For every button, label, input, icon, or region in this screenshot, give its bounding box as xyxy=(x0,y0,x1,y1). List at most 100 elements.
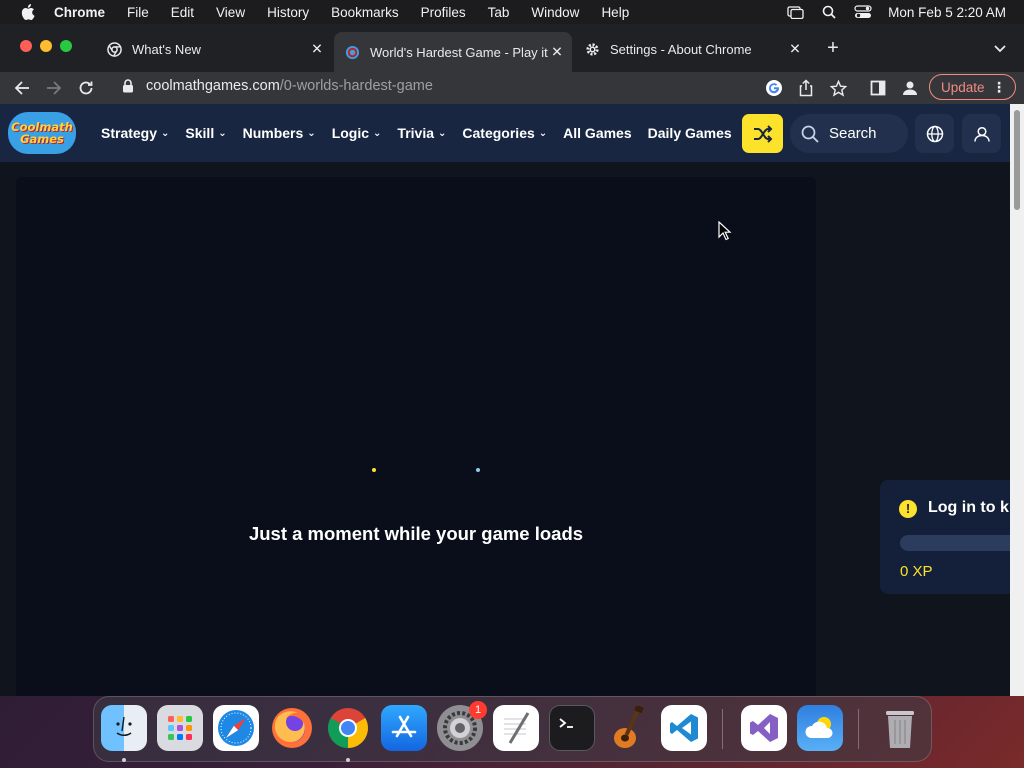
loading-dot xyxy=(476,468,480,472)
menu-bar-clock[interactable]: Mon Feb 5 2:20 AM xyxy=(888,5,1006,20)
nav-numbers[interactable]: Numbers ⌄ xyxy=(243,125,316,141)
xp-progress-bar xyxy=(900,535,1010,551)
macos-dock: 1 xyxy=(93,696,932,762)
chevron-down-icon: ⌄ xyxy=(438,127,447,139)
nav-trivia[interactable]: Trivia ⌄ xyxy=(397,125,446,141)
nav-strategy[interactable]: Strategy ⌄ xyxy=(101,125,169,141)
notification-badge: 1 xyxy=(469,701,487,719)
trash-icon[interactable] xyxy=(877,705,923,751)
menu-bookmarks[interactable]: Bookmarks xyxy=(331,5,399,20)
terminal-icon[interactable] xyxy=(549,705,595,751)
loading-dot xyxy=(372,468,376,472)
tab-search-chevron-icon[interactable] xyxy=(992,40,1010,58)
close-tab-icon[interactable]: ✕ xyxy=(550,44,564,61)
forward-arrow-icon[interactable] xyxy=(44,78,64,98)
menu-window[interactable]: Window xyxy=(531,5,579,20)
back-arrow-icon[interactable] xyxy=(12,78,32,98)
menu-help[interactable]: Help xyxy=(601,5,629,20)
weather-icon[interactable] xyxy=(797,705,843,751)
coolmath-games-logo[interactable]: Coolmath Games xyxy=(8,112,76,154)
chevron-down-icon: ⌄ xyxy=(307,127,316,139)
bookmark-star-icon[interactable] xyxy=(828,78,848,98)
apple-menu-icon[interactable] xyxy=(16,4,40,20)
browser-toolbar: coolmathgames.com/0-worlds-hardest-game … xyxy=(0,72,1024,104)
chevron-down-icon: ⌄ xyxy=(161,127,170,139)
chevron-down-icon: ⌄ xyxy=(218,127,227,139)
macos-menu-bar: Chrome File Edit View History Bookmarks … xyxy=(0,0,1024,24)
random-game-shuffle-button[interactable] xyxy=(742,114,783,153)
close-window-button[interactable] xyxy=(20,40,32,52)
tab-strip: What's New ✕ World's Hardest Game - Play… xyxy=(0,24,1024,72)
nav-categories[interactable]: Categories ⌄ xyxy=(462,125,547,141)
google-lens-icon[interactable] xyxy=(764,78,784,98)
language-globe-button[interactable] xyxy=(915,114,954,153)
running-indicator xyxy=(122,758,126,762)
menu-file[interactable]: File xyxy=(127,5,149,20)
menu-edit[interactable]: Edit xyxy=(171,5,194,20)
login-prompt-title: Log in to k xyxy=(928,499,1009,516)
url-path: /0-worlds-hardest-game xyxy=(279,78,433,94)
minimize-window-button[interactable] xyxy=(40,40,52,52)
account-login-button[interactable] xyxy=(962,114,1001,153)
menu-view[interactable]: View xyxy=(216,5,245,20)
firefox-icon[interactable] xyxy=(269,705,315,751)
nav-daily-games[interactable]: Daily Games xyxy=(648,125,732,141)
garageband-icon[interactable] xyxy=(605,705,651,751)
chrome-favicon-icon xyxy=(106,41,122,57)
mouse-pointer-icon xyxy=(718,220,732,241)
system-settings-icon[interactable]: 1 xyxy=(437,701,487,751)
tab-whats-new[interactable]: What's New ✕ xyxy=(96,32,332,66)
settings-gear-icon xyxy=(584,41,600,57)
user-icon xyxy=(973,126,990,142)
web-page: Coolmath Games Strategy ⌄ Skill ⌄ Numbers ⌄… xyxy=(0,104,1010,696)
page-scrollbar[interactable] xyxy=(1010,104,1024,696)
menu-tab[interactable]: Tab xyxy=(488,5,510,20)
zoom-window-button[interactable] xyxy=(60,40,72,52)
more-menu-icon[interactable]: ⋮ xyxy=(992,79,1006,96)
site-header: Coolmath Games Strategy ⌄ Skill ⌄ Numbers ⌄… xyxy=(0,104,1010,162)
spotlight-search-icon[interactable] xyxy=(820,5,838,19)
coolmath-favicon-icon xyxy=(344,44,360,60)
search-label: Search xyxy=(829,125,877,142)
close-tab-icon[interactable]: ✕ xyxy=(310,41,324,58)
globe-icon xyxy=(926,125,943,142)
profile-avatar-icon[interactable] xyxy=(900,78,920,98)
update-chrome-button[interactable]: Update ⋮ xyxy=(929,74,1016,100)
finder-icon[interactable] xyxy=(101,705,147,751)
textedit-icon[interactable] xyxy=(493,705,539,751)
nav-logic[interactable]: Logic ⌄ xyxy=(332,125,382,141)
new-tab-icon[interactable]: + xyxy=(822,38,844,58)
lock-icon[interactable] xyxy=(122,79,136,93)
visual-studio-icon[interactable] xyxy=(741,705,787,751)
tab-worlds-hardest-game[interactable]: World's Hardest Game - Play it ✕ xyxy=(334,32,572,72)
login-xp-card[interactable]: ! Log in to k 0 XP xyxy=(880,480,1010,594)
tab-settings-about-chrome[interactable]: Settings - About Chrome ✕ xyxy=(574,32,810,66)
menu-app-name[interactable]: Chrome xyxy=(54,5,105,20)
launchpad-icon[interactable] xyxy=(157,705,203,751)
close-tab-icon[interactable]: ✕ xyxy=(788,41,802,58)
chrome-window: What's New ✕ World's Hardest Game - Play… xyxy=(0,24,1024,696)
app-store-icon[interactable] xyxy=(381,705,427,751)
game-loading-container[interactable]: Just a moment while your game loads xyxy=(16,177,816,696)
vscode-icon[interactable] xyxy=(661,705,707,751)
safari-icon[interactable] xyxy=(213,705,259,751)
site-search-button[interactable]: Search xyxy=(790,114,908,153)
update-label: Update xyxy=(941,79,985,95)
running-indicator xyxy=(346,758,350,762)
search-icon xyxy=(801,125,819,143)
share-icon[interactable] xyxy=(796,78,816,98)
google-chrome-icon[interactable] xyxy=(325,705,371,751)
nav-skill[interactable]: Skill ⌄ xyxy=(185,125,226,141)
address-bar[interactable]: coolmathgames.com/0-worlds-hardest-game xyxy=(110,72,758,100)
screen-mirroring-icon[interactable] xyxy=(786,5,804,19)
scrollbar-thumb[interactable] xyxy=(1014,110,1020,210)
reload-icon[interactable] xyxy=(76,78,96,98)
control-center-icon[interactable] xyxy=(854,5,872,19)
side-panel-icon[interactable] xyxy=(868,78,888,98)
nav-all-games[interactable]: All Games xyxy=(563,125,631,141)
xp-value: 0 XP xyxy=(900,563,933,580)
tab-title: Settings - About Chrome xyxy=(610,41,752,57)
logo-text-line-2: Games xyxy=(20,132,64,146)
menu-history[interactable]: History xyxy=(267,5,309,20)
menu-profiles[interactable]: Profiles xyxy=(421,5,466,20)
